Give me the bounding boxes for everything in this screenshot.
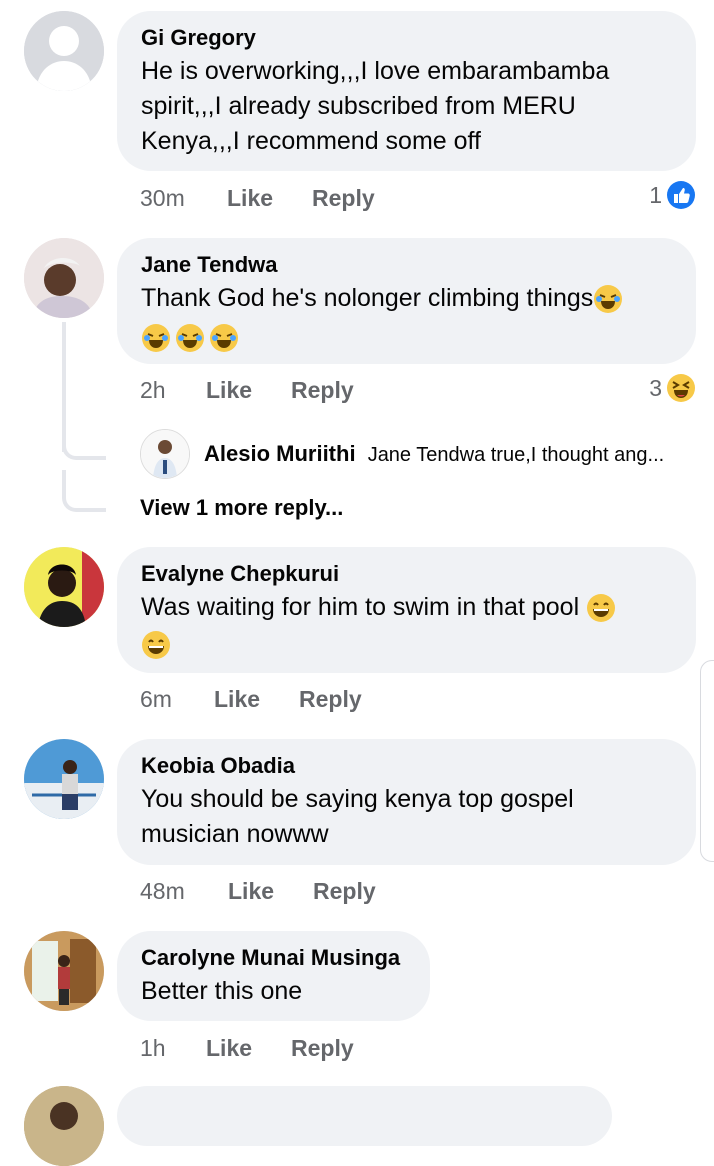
avatar[interactable] [24, 547, 104, 627]
laughing-emoji-icon [593, 284, 623, 314]
like-reaction-icon [666, 180, 696, 210]
avatar[interactable] [24, 11, 104, 91]
comment-author[interactable]: Evalyne Chepkurui [141, 560, 672, 588]
comment-text-span: Was waiting for him to swim in that pool [141, 593, 580, 621]
reaction-count: 3 [649, 374, 662, 401]
view-more-replies-link[interactable]: View 1 more reply... [140, 495, 343, 521]
thread-connector [62, 420, 106, 460]
comment-text-line: Kenya,,,I recommend some off [141, 127, 481, 155]
avatar[interactable] [24, 739, 104, 819]
comment-bubble[interactable]: Jane Tendwa Thank God he's nolonger clim… [117, 238, 696, 364]
like-button[interactable]: Like [206, 1035, 291, 1062]
laughing-emoji-icon [209, 323, 239, 353]
comment-text: He is overworking,,,I love embarambamba … [141, 54, 672, 159]
reply-text: Jane Tendwa true,I thought ang... [367, 444, 665, 466]
comment-author[interactable]: Carolyne Munai Musinga [141, 944, 406, 972]
comment-text-span: Thank God he's nolonger climbing things [141, 284, 594, 312]
reaction-summary[interactable]: 1 [649, 180, 696, 210]
reply-author[interactable]: Alesio Muriithi [204, 441, 356, 466]
comment-actions: 2h Like Reply [140, 377, 354, 404]
comment-text-line: Thank God he's nolonger climbing things [141, 281, 672, 316]
comment-text-line: musician nowww [141, 820, 329, 848]
timestamp: 48m [140, 878, 185, 904]
comment-text: Thank God he's nolonger climbing things [141, 281, 672, 355]
comment-bubble[interactable]: Evalyne Chepkurui Was waiting for him to… [117, 547, 696, 673]
laughing-emoji-icon [141, 323, 171, 353]
reaction-count: 1 [649, 181, 662, 208]
comment-text-line: Better this one [141, 977, 303, 1005]
comment-text-line: He is overworking,,,I love embarambamba [141, 57, 610, 85]
like-button[interactable]: Like [227, 185, 312, 212]
thread-connector [62, 470, 106, 512]
emoji-line [141, 320, 672, 355]
reply-button[interactable]: Reply [291, 1035, 354, 1062]
reply-preview[interactable]: Alesio Muriithi Jane Tendwa true,I thoug… [204, 441, 664, 467]
timestamp: 2h [140, 377, 166, 403]
timestamp: 30m [140, 185, 185, 211]
reply-button[interactable]: Reply [313, 878, 376, 905]
comment-bubble[interactable]: Gi Gregory He is overworking,,,I love em… [117, 11, 696, 171]
emoji-line [141, 627, 672, 662]
haha-reaction-icon [666, 373, 696, 403]
comment-text: Better this one [141, 974, 406, 1009]
like-button[interactable]: Like [206, 377, 291, 404]
avatar[interactable] [24, 1086, 104, 1166]
reply-button[interactable]: Reply [299, 686, 362, 713]
comment-actions: 30m Like Reply [140, 185, 375, 212]
comment-actions: 6m Like Reply [140, 686, 362, 713]
comment-bubble[interactable]: Carolyne Munai Musinga Better this one [117, 931, 430, 1021]
comment-text-line: You should be saying kenya top gospel [141, 785, 574, 813]
comment-author[interactable]: Jane Tendwa [141, 251, 672, 279]
avatar[interactable] [24, 931, 104, 1011]
reaction-summary[interactable]: 3 [649, 373, 696, 403]
reply-button[interactable]: Reply [312, 185, 375, 212]
comment-author[interactable]: Keobia Obadia [141, 752, 672, 780]
timestamp: 1h [140, 1035, 166, 1061]
comment-bubble[interactable]: Keobia Obadia You should be saying kenya… [117, 739, 696, 865]
comment-actions: 1h Like Reply [140, 1035, 354, 1062]
scrollbar[interactable] [700, 660, 714, 862]
comment-text: You should be saying kenya top gospel mu… [141, 782, 672, 852]
grinning-emoji-icon [141, 630, 171, 660]
comment-actions: 48m Like Reply [140, 878, 376, 905]
comment-text: Was waiting for him to swim in that pool [141, 590, 672, 662]
laughing-emoji-icon [175, 323, 205, 353]
comment-text-line: spirit,,,I already subscribed from MERU [141, 92, 576, 120]
grinning-emoji-icon [586, 593, 616, 623]
like-button[interactable]: Like [228, 878, 313, 905]
like-button[interactable]: Like [214, 686, 299, 713]
comment-author[interactable]: Gi Gregory [141, 24, 672, 52]
reply-avatar[interactable] [140, 429, 190, 479]
comment-text-line: Was waiting for him to swim in that pool [141, 590, 672, 625]
reply-button[interactable]: Reply [291, 377, 354, 404]
avatar[interactable] [24, 238, 104, 318]
comment-bubble[interactable] [117, 1086, 612, 1146]
timestamp: 6m [140, 686, 172, 712]
